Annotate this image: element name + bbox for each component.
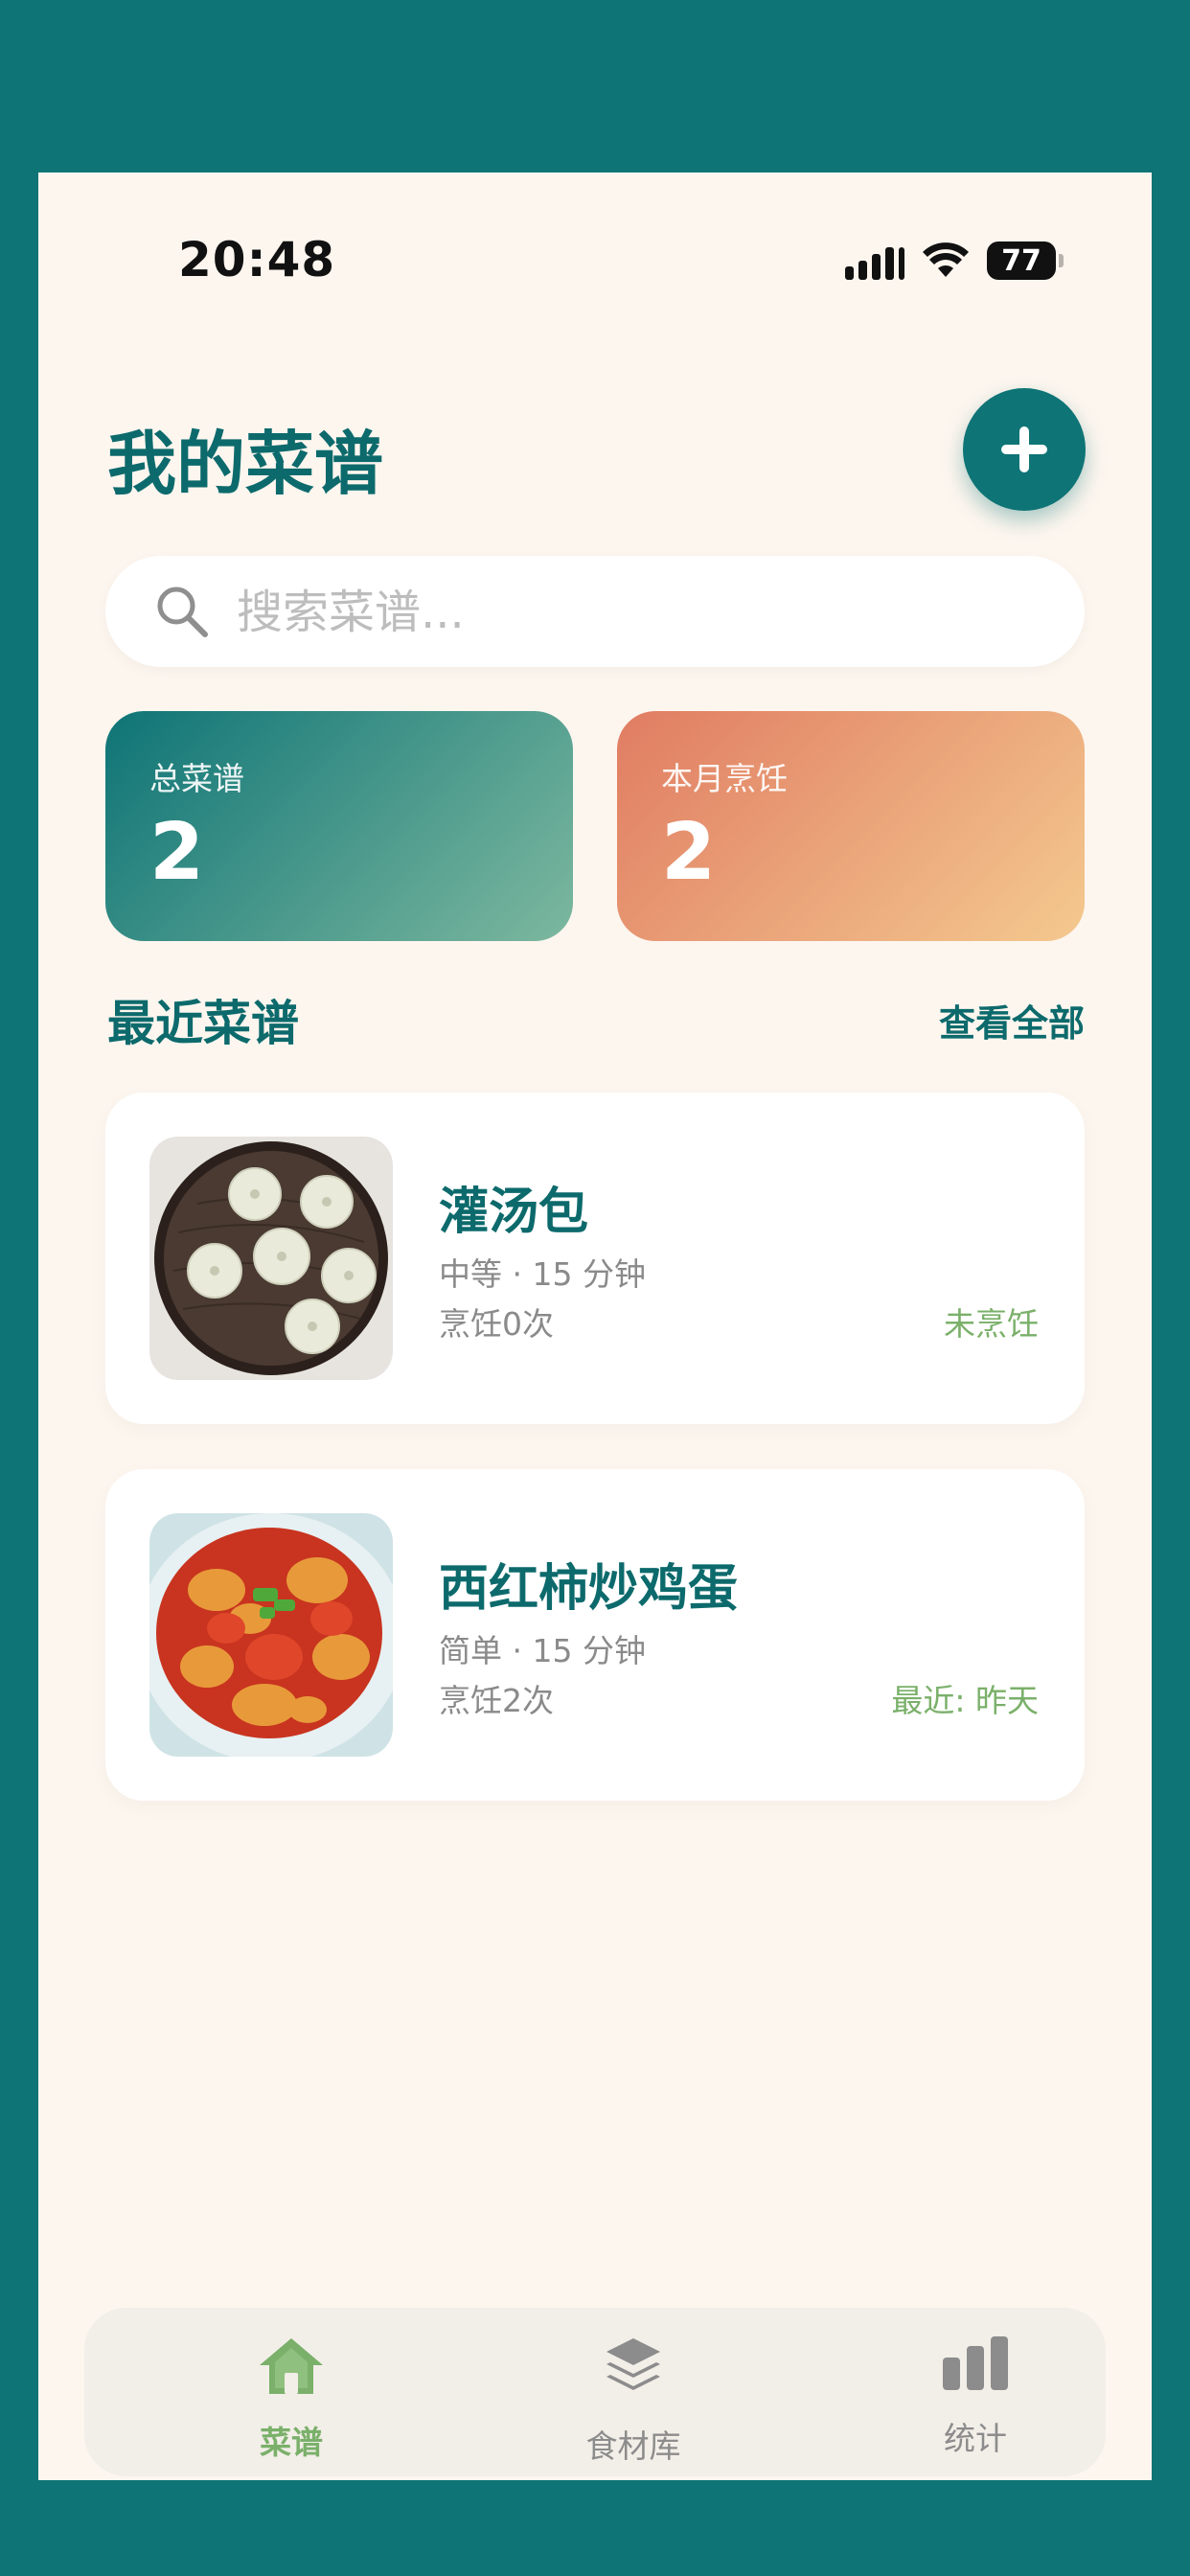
recipe-cook-count: 烹饪0次 <box>439 1305 554 1343</box>
recipe-status: 最近: 昨天 <box>891 1682 1039 1719</box>
view-all-link[interactable]: 查看全部 <box>939 994 1085 1046</box>
total-recipes-card: 总菜谱 2 <box>105 711 573 941</box>
search-bar[interactable] <box>105 556 1085 669</box>
stat-label: 总菜谱 <box>149 760 244 797</box>
status-bar: 20:48 77 <box>38 172 1152 316</box>
recipe-meta: 中等 · 15 分钟 <box>439 1255 646 1293</box>
app-screen: 20:48 77 我的菜谱 搜索菜谱... 总菜谱 2 本月烹饪 2 最近菜谱 … <box>38 172 1152 2480</box>
tab-label: 菜谱 <box>260 2424 323 2461</box>
recipe-status: 未烹饪 <box>944 1305 1039 1343</box>
tab-recipes[interactable]: 菜谱 <box>176 2308 406 2476</box>
status-time: 20:48 <box>178 232 336 288</box>
tab-statistics[interactable]: 统计 <box>860 2308 1090 2476</box>
plus-icon <box>1001 426 1047 472</box>
add-recipe-button[interactable] <box>963 388 1086 511</box>
tab-bar: 菜谱 食材库 统计 <box>84 2308 1106 2476</box>
recipe-image-tomato-egg <box>149 1513 393 1757</box>
wifi-icon <box>923 242 969 277</box>
home-icon <box>260 2338 323 2394</box>
stat-value: 2 <box>661 807 717 898</box>
recipe-card[interactable]: 西红柿炒鸡蛋 简单 · 15 分钟 烹饪2次 最近: 昨天 <box>105 1469 1085 1801</box>
recipe-meta: 简单 · 15 分钟 <box>439 1632 646 1669</box>
recipe-image-soup-dumplings <box>149 1137 393 1380</box>
monthly-cooking-card: 本月烹饪 2 <box>617 711 1085 941</box>
stat-label: 本月烹饪 <box>661 760 788 797</box>
section-title-recent: 最近菜谱 <box>107 996 299 1051</box>
battery-level: 77 <box>1001 243 1041 278</box>
tab-label: 统计 <box>944 2420 1007 2457</box>
layers-icon <box>606 2338 660 2390</box>
page-title: 我的菜谱 <box>107 424 384 504</box>
search-icon <box>157 586 208 637</box>
recipe-cook-count: 烹饪2次 <box>439 1682 554 1719</box>
search-input[interactable] <box>235 556 1053 669</box>
recipe-name: 灌汤包 <box>439 1184 589 1241</box>
tab-label: 食材库 <box>585 2427 681 2465</box>
recipe-card[interactable]: 灌汤包 中等 · 15 分钟 烹饪0次 未烹饪 <box>105 1092 1085 1424</box>
signal-icon <box>845 242 904 280</box>
battery-icon: 77 <box>987 242 1064 280</box>
stat-value: 2 <box>149 807 205 898</box>
tab-ingredients[interactable]: 食材库 <box>518 2308 748 2476</box>
status-icons: 77 <box>845 242 1064 280</box>
bar-chart-icon <box>943 2336 1008 2390</box>
recipe-name: 西红柿炒鸡蛋 <box>439 1560 739 1618</box>
